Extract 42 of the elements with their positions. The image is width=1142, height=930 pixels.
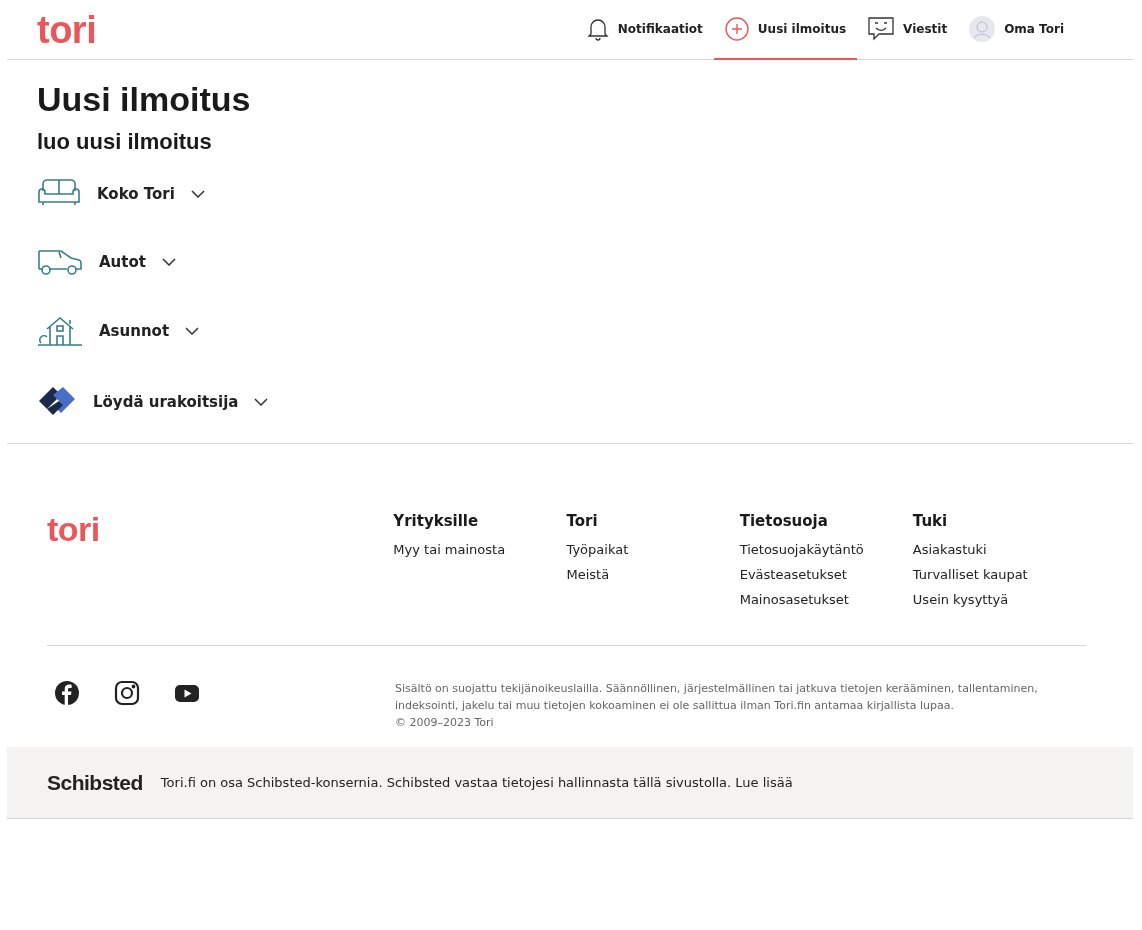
category-dropdown[interactable]: Autot: [37, 247, 176, 277]
page-title: Uusi ilmoitus: [37, 80, 252, 119]
facebook-icon[interactable]: [54, 680, 80, 706]
tori-logo[interactable]: tori: [37, 10, 97, 49]
category-dropdown[interactable]: Löydä urakoitsija: [37, 385, 269, 419]
schibsted-notice: Tori.fi on osa Schibsted-konsernia. Schibsted vastaa tietojesi hallinnasta tällä sivustolla. Lue lisää: [160, 775, 793, 790]
copyright-text: © 2009–2023 Tori: [395, 715, 495, 731]
footer-link[interactable]: Mainosasetukset: [739, 592, 913, 607]
nav-link[interactable]: Viestit: [857, 0, 959, 60]
footer-link[interactable]: Työpaikat: [566, 542, 740, 557]
category-dropdown[interactable]: Koko Tori: [37, 179, 205, 209]
chat-smile-icon: [868, 16, 895, 41]
footer-link[interactable]: Turvalliset kaupat: [912, 567, 1086, 582]
legal-text: Sisältö on suojattu tekijänoikeuslailla. Säännöllinen, järjestelmällinen tai jatkuva tietojen kerääminen, tallentaminen, indeksointi, jakelu tai muu tietojen kokoaminen ei ole sallittua ilman Tori.fin antamaa kirjallista lupaa.: [395, 681, 1039, 714]
read-more-link[interactable]: Lue lisää: [735, 775, 793, 790]
chevron-icon: [161, 258, 176, 266]
schibsted-logo: Schibsted: [47, 770, 143, 795]
category-dropdown[interactable]: Asunnot: [37, 315, 200, 347]
chevron-icon: [254, 398, 269, 406]
footer-heading: Tuki: [912, 512, 949, 530]
tori-logo[interactable]: tori: [47, 512, 100, 546]
car-icon: [37, 247, 83, 277]
nav-link[interactable]: Uusi ilmoitus: [713, 0, 858, 60]
footer-heading: Yrityksille: [393, 512, 480, 530]
instagram-icon[interactable]: [114, 680, 140, 706]
nav-link[interactable]: Oma Tori: [958, 0, 1075, 60]
footer-link[interactable]: Usein kysyttyä: [912, 592, 1086, 607]
footer-link[interactable]: Myy tai mainosta: [393, 542, 567, 557]
footer-link[interactable]: Meistä: [566, 567, 740, 582]
chevron-icon: [185, 327, 200, 335]
plus-circle-icon: [724, 16, 749, 41]
house-icon: [37, 315, 83, 347]
chevron-icon: [190, 190, 205, 198]
bell-icon: [586, 16, 609, 41]
footer-link[interactable]: Asiakastuki: [912, 542, 1086, 557]
footer-heading: Tori: [566, 512, 599, 530]
footer-heading: Tietosuoja: [739, 512, 829, 530]
footer-link[interactable]: Evästeasetukset: [739, 567, 913, 582]
footer-link[interactable]: Tietosuojakäytäntö: [739, 542, 913, 557]
nav-link[interactable]: Notifikaatiot: [575, 0, 714, 60]
page-subtitle: luo uusi ilmoitus: [37, 129, 213, 155]
avatar-icon: [969, 15, 996, 42]
